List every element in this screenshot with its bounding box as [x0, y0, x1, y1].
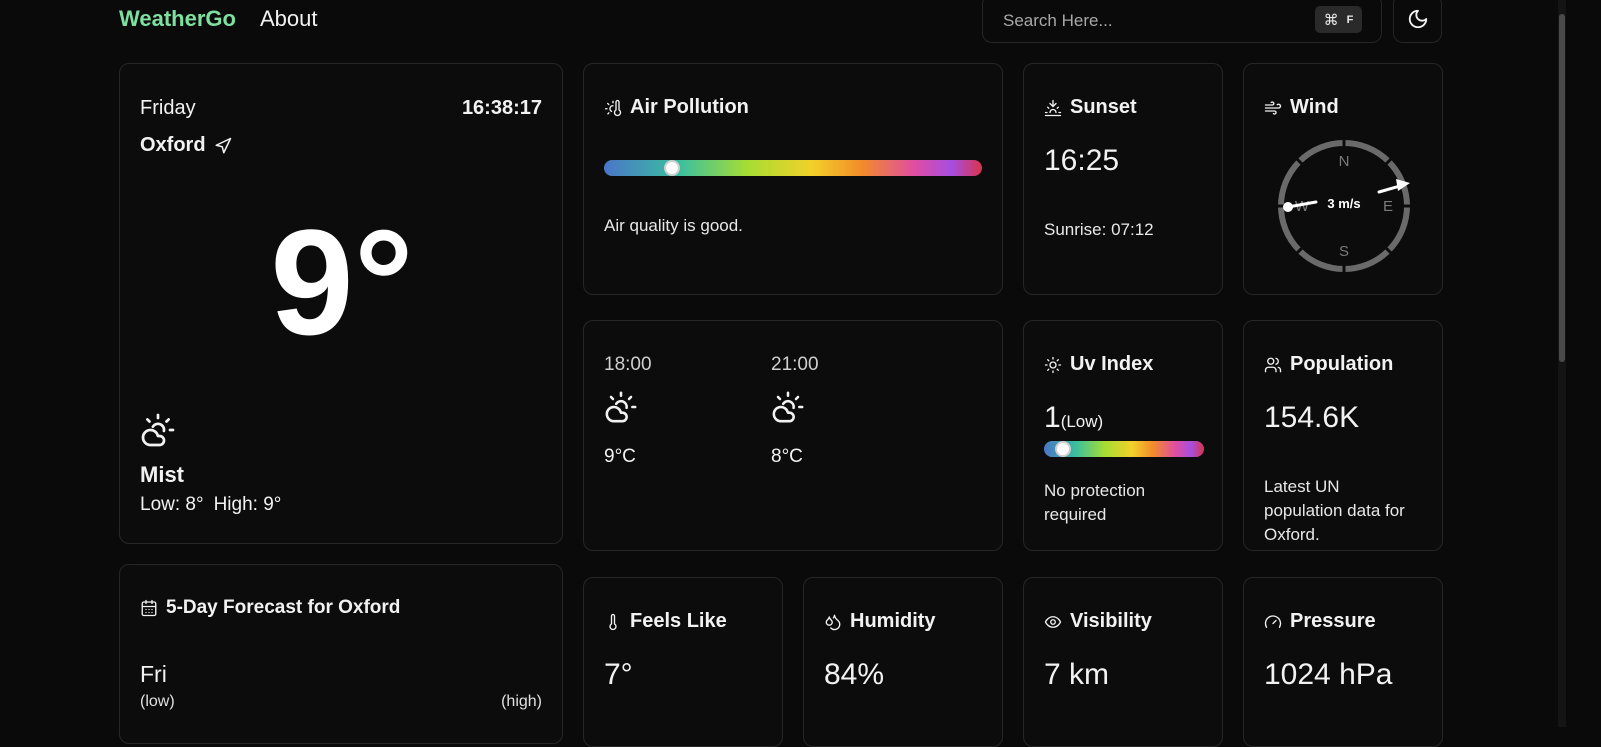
hourly-time: 21:00 — [771, 354, 819, 375]
command-key-icon: ⌘ — [1323, 11, 1339, 29]
visibility-header: Visibility — [1044, 610, 1152, 633]
population-header: Population — [1264, 353, 1393, 376]
forecast-title: 5-Day Forecast for Oxford — [166, 597, 401, 618]
thermometer-sun-icon — [604, 99, 622, 117]
hourly-temp: 9°C — [604, 446, 636, 467]
page-scrollbar[interactable] — [1558, 0, 1566, 727]
eye-icon — [1044, 613, 1062, 631]
compass-east: E — [1383, 198, 1393, 215]
feels-like-value: 7° — [604, 658, 633, 691]
air-pollution-header: Air Pollution — [604, 96, 749, 119]
wind-speed: 3 m/s — [1327, 196, 1360, 211]
forecast-day: Fri — [140, 661, 167, 687]
pressure-value: 1024 hPa — [1264, 658, 1393, 691]
five-day-forecast-card: 5-Day Forecast for Oxford Fri (low) (hig… — [119, 564, 563, 744]
calendar-icon — [140, 599, 158, 617]
hourly-time: 18:00 — [604, 354, 652, 375]
feels-like-title: Feels Like — [630, 610, 727, 632]
compass-south: S — [1339, 243, 1349, 260]
wind-title: Wind — [1290, 96, 1339, 118]
population-description: Latest UN population data for Oxford. — [1264, 477, 1405, 544]
droplets-icon — [824, 613, 842, 631]
compass-north: N — [1339, 153, 1350, 170]
current-weather-card: Friday 16:38:17 Oxford 9° Mist Low: 8° H… — [119, 63, 563, 544]
gauge-icon — [1264, 613, 1282, 631]
uv-value: 1 (Low) — [1044, 401, 1103, 435]
shortcut-badge: ⌘ F — [1315, 6, 1362, 33]
cloud-sun-icon — [771, 390, 805, 424]
sun-icon — [1044, 356, 1062, 374]
navigation-arrow-icon — [215, 137, 231, 153]
search-input[interactable]: Search Here... — [1003, 11, 1113, 31]
population-value: 154.6K — [1264, 401, 1360, 434]
hourly-forecast-card: 18:00 9°C 21:00 8°C — [583, 320, 1003, 551]
air-pollution-title: Air Pollution — [630, 96, 749, 118]
air-quality-indicator — [664, 160, 681, 176]
visibility-title: Visibility — [1070, 610, 1152, 632]
forecast-header: 5-Day Forecast for Oxford — [140, 597, 400, 619]
theme-toggle-button[interactable] — [1393, 0, 1442, 43]
current-location[interactable]: Oxford — [140, 134, 232, 157]
sunrise-time: Sunrise: 07:12 — [1044, 220, 1154, 239]
wind-header: Wind — [1264, 96, 1339, 119]
cloud-sun-icon — [604, 390, 638, 424]
moon-icon — [1408, 9, 1427, 28]
wind-icon — [1264, 99, 1282, 117]
uv-header: Uv Index — [1044, 353, 1153, 376]
current-condition: Mist — [140, 462, 184, 487]
hourly-item: 18:00 9°C — [604, 354, 652, 468]
uv-title: Uv Index — [1070, 353, 1154, 375]
users-icon — [1264, 356, 1282, 374]
feels-like-header: Feels Like — [604, 610, 727, 633]
search-bar[interactable]: Search Here... ⌘ F — [982, 0, 1382, 43]
pressure-header: Pressure — [1264, 610, 1376, 633]
pressure-card: Pressure 1024 hPa — [1243, 577, 1443, 747]
air-pollution-card: Air Pollution Air quality is good. — [583, 63, 1003, 295]
nav-about-link[interactable]: About — [260, 6, 318, 32]
humidity-header: Humidity — [824, 610, 936, 633]
humidity-card: Humidity 84% — [803, 577, 1003, 747]
uv-indicator — [1055, 441, 1072, 457]
sunset-card: Sunset 16:25 Sunrise: 07:12 — [1023, 63, 1223, 295]
wind-card: Wind N S W E 3 m/s — [1243, 63, 1443, 295]
air-quality-bar — [604, 160, 982, 176]
humidity-title: Humidity — [850, 610, 936, 632]
forecast-high-label: (high) — [501, 693, 542, 710]
visibility-value: 7 km — [1044, 658, 1110, 691]
feels-like-card: Feels Like 7° — [583, 577, 783, 747]
city-name: Oxford — [140, 134, 206, 156]
pressure-title: Pressure — [1290, 610, 1376, 632]
hourly-item: 21:00 8°C — [771, 354, 819, 468]
sunset-time: 16:25 — [1044, 144, 1120, 177]
hourly-temp: 8°C — [771, 446, 803, 467]
scrollbar-thumb[interactable] — [1559, 14, 1565, 362]
population-card: Population 154.6K Latest UN population d… — [1243, 320, 1443, 551]
wind-compass: N S W E 3 m/s — [1274, 136, 1414, 276]
brand-logo[interactable]: WeatherGo — [119, 6, 236, 32]
forecast-low-label: (low) — [140, 693, 175, 710]
visibility-card: Visibility 7 km — [1023, 577, 1223, 747]
current-time: 16:38:17 — [461, 97, 542, 119]
thermometer-icon — [604, 613, 622, 631]
sunset-icon — [1044, 99, 1062, 117]
humidity-value: 84% — [824, 658, 885, 691]
current-low-high: Low: 8° High: 9° — [140, 494, 281, 516]
uv-bar — [1044, 441, 1204, 457]
sunset-header: Sunset — [1044, 96, 1137, 119]
current-day: Friday — [140, 97, 196, 119]
uv-number: 1 — [1044, 401, 1061, 434]
uv-level: (Low) — [1060, 412, 1104, 431]
sunset-title: Sunset — [1070, 96, 1137, 118]
current-high: High: 9° — [213, 494, 282, 515]
shortcut-key: F — [1346, 13, 1354, 26]
uv-message: No protection required — [1044, 481, 1146, 524]
cloud-sun-icon — [140, 412, 176, 448]
current-low: Low: 8° — [140, 494, 204, 515]
population-title: Population — [1290, 353, 1394, 375]
uv-index-card: Uv Index 1 (Low) No protection required — [1023, 320, 1223, 551]
air-quality-message: Air quality is good. — [604, 216, 743, 235]
current-temperature: 9° — [270, 198, 414, 366]
